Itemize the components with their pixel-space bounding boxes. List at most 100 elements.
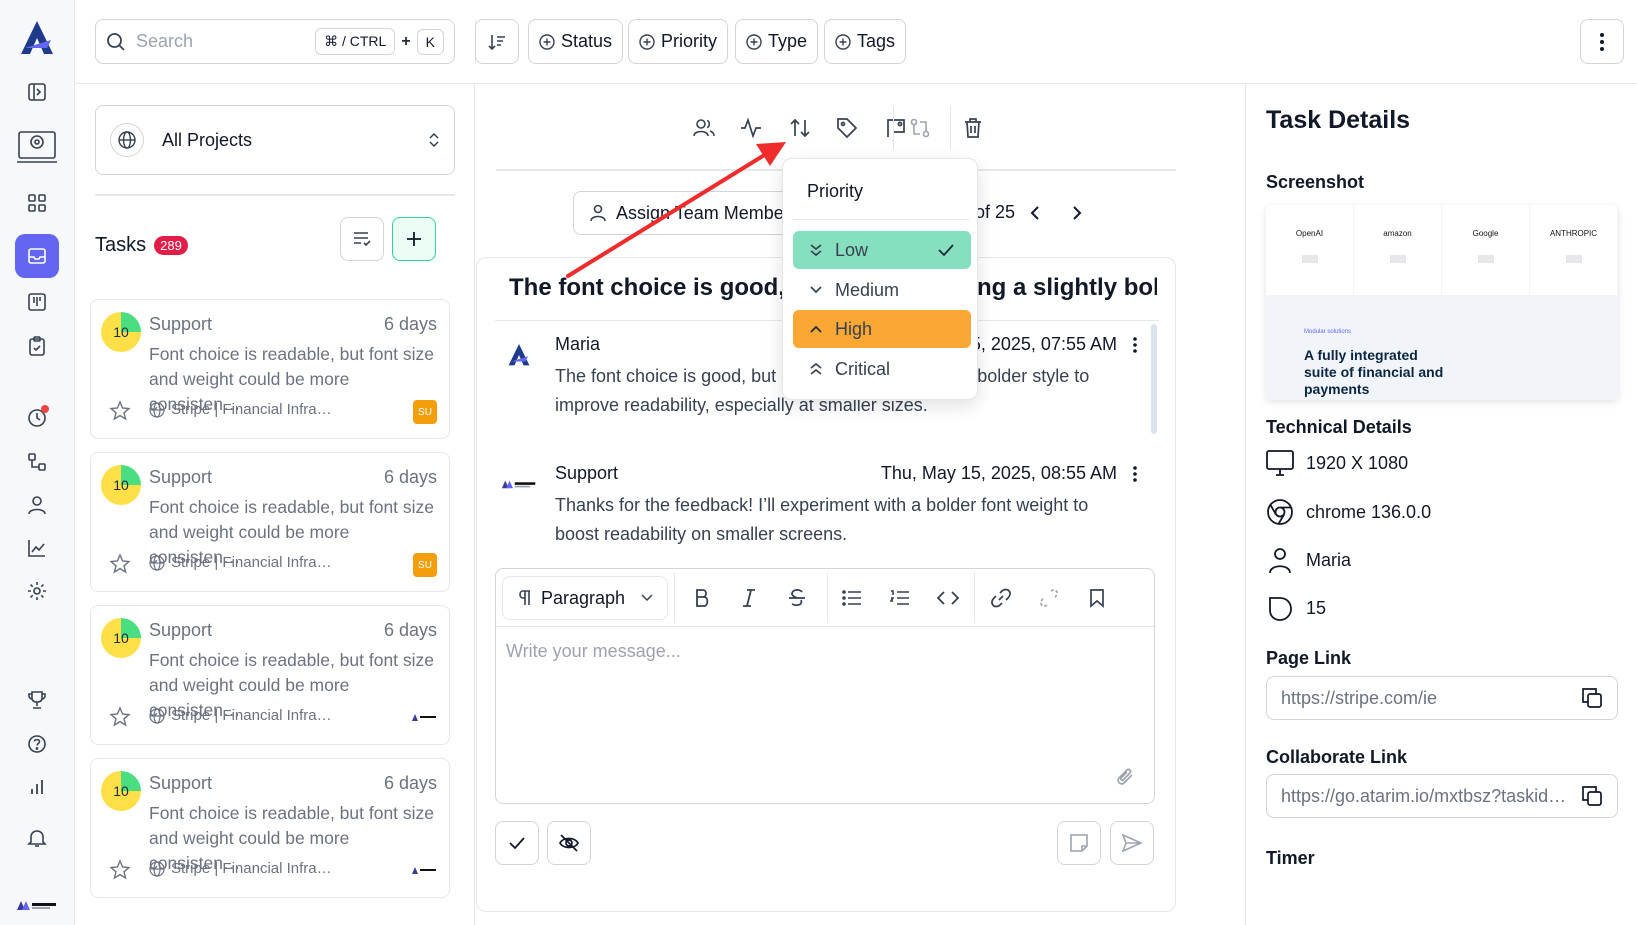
bell-icon[interactable] — [15, 816, 59, 860]
avatar — [497, 340, 541, 370]
star-icon[interactable] — [109, 553, 131, 575]
priority-option-label: Low — [835, 239, 869, 260]
notification-dot — [41, 405, 49, 413]
note-button[interactable] — [1057, 821, 1101, 865]
clipboard-check-icon[interactable] — [15, 324, 59, 368]
copy-icon[interactable] — [1581, 785, 1603, 807]
shortcut-plus: + — [401, 32, 411, 50]
unlink-icon[interactable] — [1031, 580, 1067, 616]
tag-icon[interactable] — [829, 110, 865, 146]
chevron-down-icon — [810, 286, 822, 294]
status-filter-button[interactable]: Status — [528, 19, 624, 64]
type-filter-button[interactable]: Type — [735, 19, 819, 64]
user-icon — [590, 204, 606, 222]
os-icon — [1269, 597, 1292, 621]
task-card[interactable]: 10 Support 6 days Font choice is readabl… — [90, 605, 450, 745]
task-card[interactable]: 10 Support 6 days Font choice is readabl… — [90, 452, 450, 592]
star-icon[interactable] — [109, 859, 131, 881]
clock-icon[interactable] — [15, 396, 59, 440]
trophy-icon[interactable] — [15, 678, 59, 722]
dashboard-grid-icon[interactable] — [15, 181, 59, 225]
status-activity-icon[interactable] — [733, 110, 769, 146]
link-icon[interactable] — [983, 580, 1019, 616]
thread-scrollbar[interactable] — [1151, 324, 1157, 434]
message-input[interactable]: Write your message... — [506, 641, 681, 662]
collapse-sidebar-icon[interactable] — [15, 70, 59, 114]
mark-complete-button[interactable] — [495, 821, 539, 865]
user-icon[interactable] — [15, 483, 59, 527]
browser-row: chrome 136.0.0 — [1266, 498, 1431, 526]
copy-icon[interactable] — [1581, 687, 1603, 709]
task-site-label: Stripe | Financial Infra… — [171, 401, 332, 418]
hide-button[interactable] — [547, 821, 591, 865]
workspace-settings-icon[interactable] — [14, 122, 60, 168]
priority-option-critical[interactable]: Critical — [793, 350, 971, 388]
star-icon[interactable] — [109, 400, 131, 422]
settings-gear-icon[interactable] — [15, 569, 59, 613]
add-task-button[interactable] — [392, 217, 436, 261]
priority-filter-button[interactable]: Priority — [628, 19, 729, 64]
task-site: Stripe | Financial Infra… — [149, 554, 332, 571]
message-menu-icon[interactable] — [1133, 336, 1137, 354]
more-options-button[interactable] — [1580, 19, 1624, 64]
project-selector-label: All Projects — [162, 129, 253, 150]
task-details-title: Task Details — [1266, 106, 1411, 134]
screenshot-thumbnail[interactable]: OpenAI amazon Google ANTHROPIC Modular s… — [1266, 205, 1618, 400]
shortcut-key: K — [416, 28, 444, 55]
inbox-icon[interactable] — [15, 234, 59, 278]
task-card[interactable]: 10 Support 6 days Font choice is readabl… — [90, 758, 450, 898]
send-button[interactable] — [1110, 821, 1154, 865]
strikethrough-icon[interactable] — [779, 580, 815, 616]
message-menu-icon[interactable] — [1133, 465, 1137, 483]
stats-icon[interactable] — [15, 765, 59, 809]
logo-tile: amazon — [1354, 205, 1442, 295]
page-link-field[interactable]: https://stripe.com/ie — [1266, 676, 1618, 720]
task-site: Stripe | Financial Infra… — [149, 401, 332, 418]
bold-icon[interactable] — [684, 580, 720, 616]
italic-icon[interactable] — [731, 580, 767, 616]
priority-option-label: High — [835, 318, 873, 339]
app-logo[interactable] — [15, 16, 59, 60]
assign-users-icon[interactable] — [686, 110, 722, 146]
logo-text: ANTHROPIC — [1549, 229, 1598, 238]
priority-sort-icon[interactable] — [782, 110, 818, 146]
screenshot-heading: Screenshot — [1266, 172, 1365, 192]
transfer-icon[interactable] — [902, 110, 938, 146]
star-icon[interactable] — [109, 706, 131, 728]
plus-icon — [407, 232, 421, 246]
block-type-select[interactable]: Paragraph — [502, 576, 668, 620]
priority-filter-label: Priority — [661, 31, 718, 51]
attachment-icon[interactable] — [1114, 765, 1136, 787]
globe-icon — [149, 860, 165, 877]
search-input[interactable]: Search — [136, 31, 315, 52]
analytics-icon[interactable] — [15, 526, 59, 570]
collaborate-link-field[interactable]: https://go.atarim.io/mxtbsz?taskid… — [1266, 774, 1618, 818]
block-type-label: Paragraph — [541, 587, 626, 608]
os-row: 15 — [1266, 594, 1326, 622]
search-box[interactable]: Search ⌘ / CTRL + K — [95, 19, 455, 64]
task-author: Support — [149, 773, 213, 793]
priority-option-high[interactable]: High — [793, 310, 971, 348]
user-row: Maria — [1266, 546, 1351, 574]
priority-option-low[interactable]: Low — [793, 231, 971, 269]
tags-filter-button[interactable]: Tags — [824, 19, 907, 64]
chevron-left-icon[interactable] — [1029, 205, 1041, 221]
numbered-list-icon[interactable] — [882, 580, 918, 616]
board-icon[interactable] — [15, 280, 59, 324]
trash-icon[interactable] — [955, 110, 991, 146]
chevron-right-icon[interactable] — [1071, 205, 1083, 221]
workflow-icon[interactable] — [15, 440, 59, 484]
task-card[interactable]: 10 Support 6 days Font choice is readabl… — [90, 299, 450, 439]
priority-option-medium[interactable]: Medium — [793, 271, 971, 309]
bookmark-icon[interactable] — [1079, 580, 1115, 616]
project-selector[interactable]: All Projects — [95, 105, 455, 175]
task-site: Stripe | Financial Infra… — [149, 860, 332, 877]
code-icon[interactable] — [930, 580, 966, 616]
sort-button[interactable] — [475, 19, 519, 64]
plus-circle-icon — [639, 33, 655, 50]
assignee-badge: SU — [413, 400, 437, 424]
task-filter-button[interactable] — [340, 217, 384, 261]
logo-mark — [1477, 255, 1494, 263]
help-icon[interactable] — [15, 722, 59, 766]
bullet-list-icon[interactable] — [834, 580, 870, 616]
